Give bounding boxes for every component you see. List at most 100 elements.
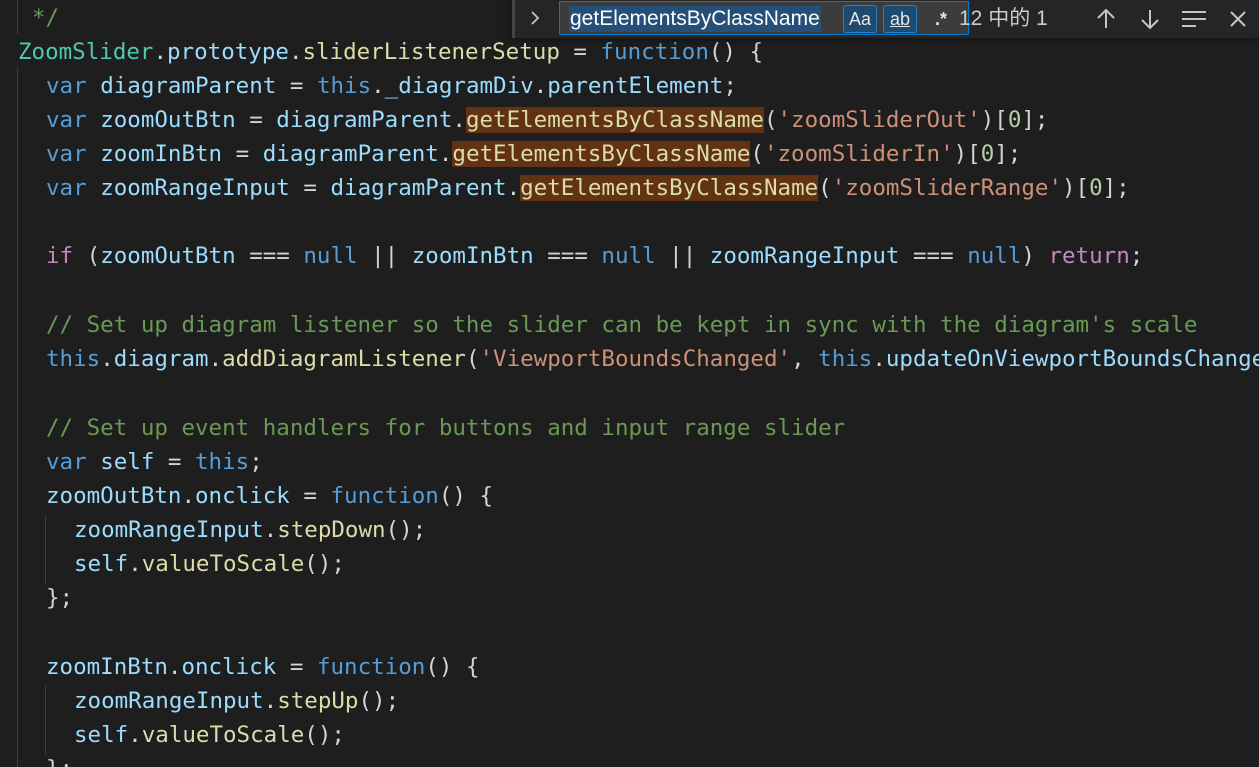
code-line[interactable]: self.valueToScale(); bbox=[74, 718, 345, 752]
code-line[interactable]: ZoomSlider.prototype.sliderListenerSetup… bbox=[18, 35, 763, 69]
code-line[interactable]: if (zoomOutBtn === null || zoomInBtn ===… bbox=[46, 239, 1143, 273]
code-token: // Set up event handlers for buttons and… bbox=[46, 415, 846, 441]
code-token: = bbox=[276, 73, 317, 99]
code-token: zoomOutBtn bbox=[46, 483, 182, 509]
toggle-replace-button[interactable] bbox=[524, 5, 546, 31]
code-token: var bbox=[46, 175, 87, 201]
code-token: 'zoomSliderOut' bbox=[777, 107, 981, 133]
match-case-toggle[interactable]: Aa bbox=[843, 5, 877, 33]
code-line[interactable]: var diagramParent = this._diagramDiv.par… bbox=[46, 69, 737, 103]
code-line[interactable]: // Set up diagram listener so the slider… bbox=[46, 308, 1197, 342]
code-token: this bbox=[46, 346, 101, 372]
code-token: . bbox=[128, 551, 142, 577]
code-token: (); bbox=[304, 722, 345, 748]
code-token: diagramParent bbox=[330, 175, 507, 201]
code-line[interactable]: zoomRangeInput.stepUp(); bbox=[74, 684, 399, 718]
code-line[interactable]: */ bbox=[32, 1, 59, 35]
code-line[interactable]: var zoomInBtn = diagramParent.getElement… bbox=[46, 137, 1021, 171]
code-token: diagramParent bbox=[262, 141, 439, 167]
code-line[interactable]: }; bbox=[46, 581, 73, 615]
code-token: = bbox=[154, 449, 196, 475]
code-token: var bbox=[46, 449, 87, 475]
code-token: zoomInBtn bbox=[46, 654, 168, 680]
code-token: . bbox=[263, 517, 278, 543]
code-token: */ bbox=[32, 5, 60, 31]
next-match-button[interactable] bbox=[1134, 3, 1166, 35]
code-token: . bbox=[181, 483, 196, 509]
code-token: . bbox=[872, 346, 886, 372]
code-token: prototype bbox=[167, 39, 289, 65]
code-token: 0 bbox=[980, 141, 995, 167]
code-token: === bbox=[235, 243, 304, 269]
code-token: var bbox=[46, 73, 87, 99]
find-in-selection-button[interactable] bbox=[1178, 3, 1210, 35]
code-token: 'ViewportBoundsChanged' bbox=[479, 346, 792, 372]
code-token: ( bbox=[750, 141, 764, 167]
code-line[interactable]: }; bbox=[46, 752, 73, 767]
find-widget-sash[interactable] bbox=[512, 0, 515, 38]
use-regex-toggle[interactable]: .* bbox=[924, 5, 958, 33]
find-in-selection-icon bbox=[1182, 11, 1206, 27]
code-token: (); bbox=[385, 517, 427, 543]
code-token: )[ bbox=[953, 141, 981, 167]
code-line[interactable]: this.diagram.addDiagramListener('Viewpor… bbox=[46, 342, 1259, 376]
code-token: diagram bbox=[113, 346, 209, 372]
code-token: if bbox=[46, 243, 74, 269]
code-token: (); bbox=[358, 688, 400, 714]
code-line[interactable]: var zoomRangeInput = diagramParent.getEl… bbox=[46, 171, 1130, 205]
find-widget: getElementsByClassName Aa ab .* 12 中的 1 bbox=[512, 0, 1259, 38]
code-token: )[ bbox=[980, 107, 1008, 133]
code-line[interactable]: var zoomOutBtn = diagramParent.getElemen… bbox=[46, 103, 1048, 137]
code-token: ; bbox=[249, 449, 263, 475]
chevron-right-icon bbox=[531, 11, 540, 25]
code-token: . bbox=[153, 39, 168, 65]
code-token: var bbox=[46, 141, 87, 167]
indent-guide bbox=[45, 686, 46, 754]
code-token: 'zoomSliderRange' bbox=[831, 175, 1062, 201]
code-line[interactable]: self.valueToScale(); bbox=[74, 547, 345, 581]
close-find-button[interactable] bbox=[1222, 3, 1254, 35]
find-input[interactable]: getElementsByClassName Aa ab .* bbox=[559, 1, 969, 35]
code-token: = bbox=[222, 141, 263, 167]
code-token: _diagramDiv bbox=[384, 73, 534, 99]
code-token: this bbox=[818, 346, 873, 372]
code-token: parentElement bbox=[547, 73, 724, 99]
previous-match-button[interactable] bbox=[1090, 3, 1122, 35]
code-token: === bbox=[533, 243, 602, 269]
code-line[interactable]: // Set up event handlers for buttons and… bbox=[46, 411, 845, 445]
code-token: . bbox=[128, 722, 142, 748]
code-token: zoomInBtn bbox=[100, 141, 223, 167]
code-token: ]; bbox=[994, 141, 1022, 167]
code-token: ( bbox=[763, 107, 778, 133]
search-match-highlight: getElementsByClassName bbox=[520, 175, 819, 201]
code-line[interactable]: var self = this; bbox=[46, 445, 263, 479]
code-token: null bbox=[303, 243, 358, 269]
code-token: valueToScale bbox=[141, 551, 305, 577]
code-line[interactable]: zoomRangeInput.stepDown(); bbox=[74, 513, 426, 547]
code-token: () { bbox=[425, 654, 480, 680]
code-token: onclick bbox=[195, 483, 290, 509]
code-token: = bbox=[289, 483, 331, 509]
code-token: )[ bbox=[1062, 175, 1090, 201]
code-token: ]; bbox=[1102, 175, 1130, 201]
code-editor[interactable]: */ ZoomSlider.prototype.sliderListenerSet… bbox=[0, 0, 1259, 767]
code-token: ( bbox=[465, 346, 480, 372]
code-token: diagramParent bbox=[276, 107, 453, 133]
code-token: }; bbox=[46, 756, 73, 767]
code-token: null bbox=[967, 243, 1022, 269]
code-line[interactable]: zoomInBtn.onclick = function() { bbox=[46, 650, 480, 684]
code-token: 'zoomSliderIn' bbox=[763, 141, 954, 167]
match-whole-word-toggle[interactable]: ab bbox=[883, 5, 917, 33]
code-token: zoomRangeInput bbox=[74, 517, 264, 543]
code-token: (); bbox=[304, 551, 345, 577]
find-input-value[interactable]: getElementsByClassName bbox=[569, 6, 821, 32]
code-token: zoomRangeInput bbox=[100, 175, 290, 201]
code-token: function bbox=[600, 39, 709, 65]
code-line[interactable]: zoomOutBtn.onclick = function() { bbox=[46, 479, 493, 513]
search-match-highlight: getElementsByClassName bbox=[452, 141, 751, 167]
